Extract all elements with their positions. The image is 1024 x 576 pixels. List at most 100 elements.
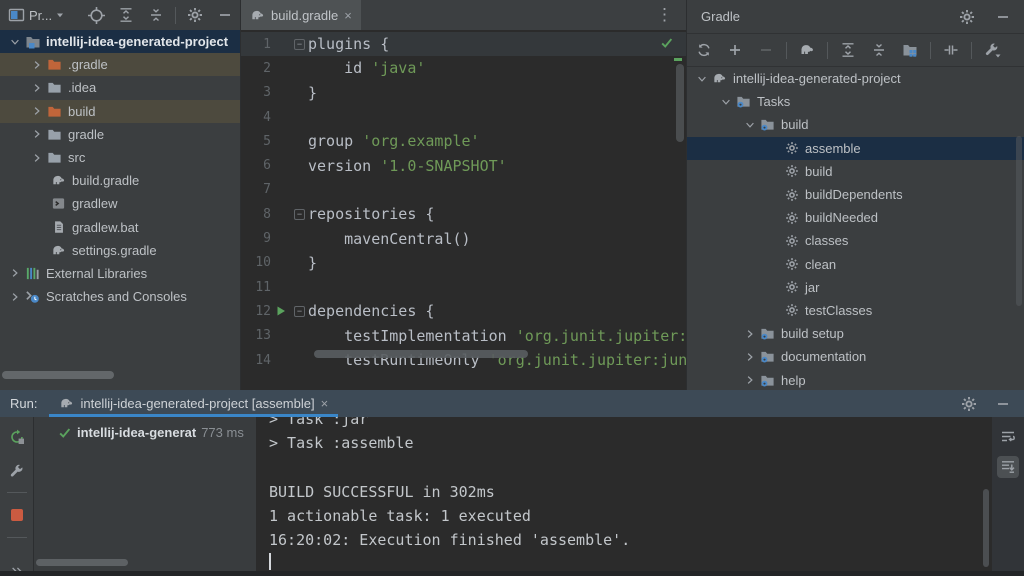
run-tree-item[interactable]: intellij-idea-generat 773 ms	[34, 421, 256, 444]
chevron-right-icon[interactable]	[741, 351, 759, 363]
group-modules-icon[interactable]	[899, 39, 921, 61]
tree-item[interactable]: testClasses	[687, 299, 1024, 322]
scroll-to-end-icon[interactable]	[997, 456, 1019, 478]
build-settings-wrench-icon[interactable]	[6, 459, 28, 481]
rerun-button[interactable]	[6, 426, 28, 448]
editor-hscrollbar[interactable]	[314, 350, 528, 358]
code-line[interactable]: 13 testImplementation 'org.junit.jupiter…	[241, 324, 686, 348]
chevron-down-icon[interactable]	[741, 119, 759, 131]
collapse-all-icon[interactable]	[868, 39, 890, 61]
tree-item[interactable]: intellij-idea-generated-project	[0, 30, 240, 53]
editor-options-kebab-icon[interactable]: ⋮	[656, 5, 674, 25]
tree-item[interactable]: .gradle	[0, 53, 240, 76]
code-line[interactable]: 3}	[241, 81, 686, 105]
run-tab[interactable]: intellij-idea-generated-project [assembl…	[49, 390, 338, 417]
settings-gear-icon[interactable]	[184, 4, 206, 26]
refresh-icon[interactable]	[693, 39, 715, 61]
execute-task-icon[interactable]	[796, 39, 818, 61]
fold-marker-icon[interactable]	[291, 258, 308, 268]
code-line[interactable]: 6version '1.0-SNAPSHOT'	[241, 153, 686, 177]
code-line[interactable]: 8repositories {	[241, 202, 686, 226]
chevron-right-icon[interactable]	[6, 291, 24, 303]
gradle-vscrollbar[interactable]	[1016, 136, 1022, 306]
editor-tab-build-gradle[interactable]: build.gradle ×	[241, 0, 361, 30]
tree-item[interactable]: gradle	[0, 123, 240, 146]
run-console[interactable]: > Task :jar> Task :assemble BUILD SUCCES…	[256, 417, 992, 553]
expand-all-button[interactable]	[115, 4, 137, 26]
tree-item[interactable]: classes	[687, 229, 1024, 252]
tree-item[interactable]: build setup	[687, 322, 1024, 345]
hide-panel-button[interactable]	[992, 6, 1014, 28]
fold-marker-icon[interactable]	[291, 39, 308, 50]
close-tab-icon[interactable]: ×	[321, 397, 329, 410]
console-vscrollbar[interactable]	[983, 489, 989, 567]
tree-item[interactable]: src	[0, 146, 240, 169]
tree-item[interactable]: gradlew.bat	[0, 216, 240, 239]
tree-item[interactable]: documentation	[687, 345, 1024, 368]
chevron-right-icon[interactable]	[28, 59, 46, 71]
chevron-down-icon[interactable]	[6, 36, 24, 48]
tree-item[interactable]: Scratches and Consoles	[0, 285, 240, 308]
code-line[interactable]: 12dependencies {	[241, 299, 686, 323]
run-tree-hscrollbar[interactable]	[36, 559, 128, 566]
inspections-ok-icon[interactable]	[660, 36, 674, 50]
fold-marker-icon[interactable]	[291, 209, 308, 220]
wrench-dropdown-icon[interactable]	[981, 39, 1003, 61]
toggle-script-icon[interactable]	[940, 39, 962, 61]
locate-file-button[interactable]	[85, 4, 107, 26]
project-view-selector[interactable]: Pr...	[8, 7, 64, 23]
chevron-right-icon[interactable]	[28, 152, 46, 164]
tree-item[interactable]: jar	[687, 276, 1024, 299]
code-line[interactable]: 11	[241, 275, 686, 299]
project-hscrollbar[interactable]	[2, 371, 114, 379]
expand-all-icon[interactable]	[837, 39, 859, 61]
add-icon[interactable]	[724, 39, 746, 61]
tree-item[interactable]: assemble	[687, 137, 1024, 160]
tree-item[interactable]: gradlew	[0, 192, 240, 215]
tree-item[interactable]: .idea	[0, 76, 240, 99]
tree-item[interactable]: build	[0, 100, 240, 123]
chevron-right-icon[interactable]	[6, 267, 24, 279]
tree-item[interactable]: clean	[687, 253, 1024, 276]
code-line[interactable]: 10}	[241, 251, 686, 275]
fold-marker-icon[interactable]	[291, 88, 308, 98]
run-gutter-icon[interactable]	[276, 306, 286, 316]
chevron-down-icon[interactable]	[717, 96, 735, 108]
chevron-down-icon[interactable]	[693, 73, 711, 85]
code-line[interactable]: 5group 'org.example'	[241, 129, 686, 153]
settings-gear-icon[interactable]	[958, 393, 980, 415]
hide-panel-button[interactable]	[214, 4, 236, 26]
chevron-right-icon[interactable]	[741, 374, 759, 386]
soft-wrap-icon[interactable]	[997, 426, 1019, 448]
code-line[interactable]: 9 mavenCentral()	[241, 226, 686, 250]
tree-item[interactable]: Tasks	[687, 90, 1024, 113]
chevron-right-icon[interactable]	[741, 328, 759, 340]
close-tab-icon[interactable]: ×	[344, 9, 352, 22]
tree-item[interactable]: build	[687, 113, 1024, 136]
collapse-all-button[interactable]	[145, 4, 167, 26]
hide-panel-button[interactable]	[992, 393, 1014, 415]
code-line[interactable]: 1plugins {	[241, 32, 686, 56]
tree-item[interactable]: buildNeeded	[687, 206, 1024, 229]
tree-item[interactable]: help	[687, 368, 1024, 390]
chevron-right-icon[interactable]	[28, 105, 46, 117]
code-line[interactable]: 7	[241, 178, 686, 202]
tree-item[interactable]: build	[687, 160, 1024, 183]
tree-item[interactable]: External Libraries	[0, 262, 240, 285]
chevron-right-icon[interactable]	[28, 82, 46, 94]
line-number: 14	[241, 353, 271, 368]
code-line[interactable]: 4	[241, 105, 686, 129]
tree-item[interactable]: settings.gradle	[0, 239, 240, 262]
fold-marker-icon[interactable]	[291, 306, 308, 317]
code-line[interactable]: 2 id 'java'	[241, 56, 686, 80]
editor-vscrollbar[interactable]	[676, 64, 684, 142]
chevron-right-icon[interactable]	[28, 128, 46, 140]
settings-gear-icon[interactable]	[956, 6, 978, 28]
tree-item[interactable]: intellij-idea-generated-project	[687, 67, 1024, 90]
toolbar-separator	[175, 7, 176, 24]
remove-icon[interactable]	[755, 39, 777, 61]
tree-item[interactable]: buildDependents	[687, 183, 1024, 206]
code-area[interactable]: 1plugins {2 id 'java'3}45group 'org.exam…	[241, 32, 686, 372]
tree-item[interactable]: build.gradle	[0, 169, 240, 192]
stop-button[interactable]	[6, 504, 28, 526]
